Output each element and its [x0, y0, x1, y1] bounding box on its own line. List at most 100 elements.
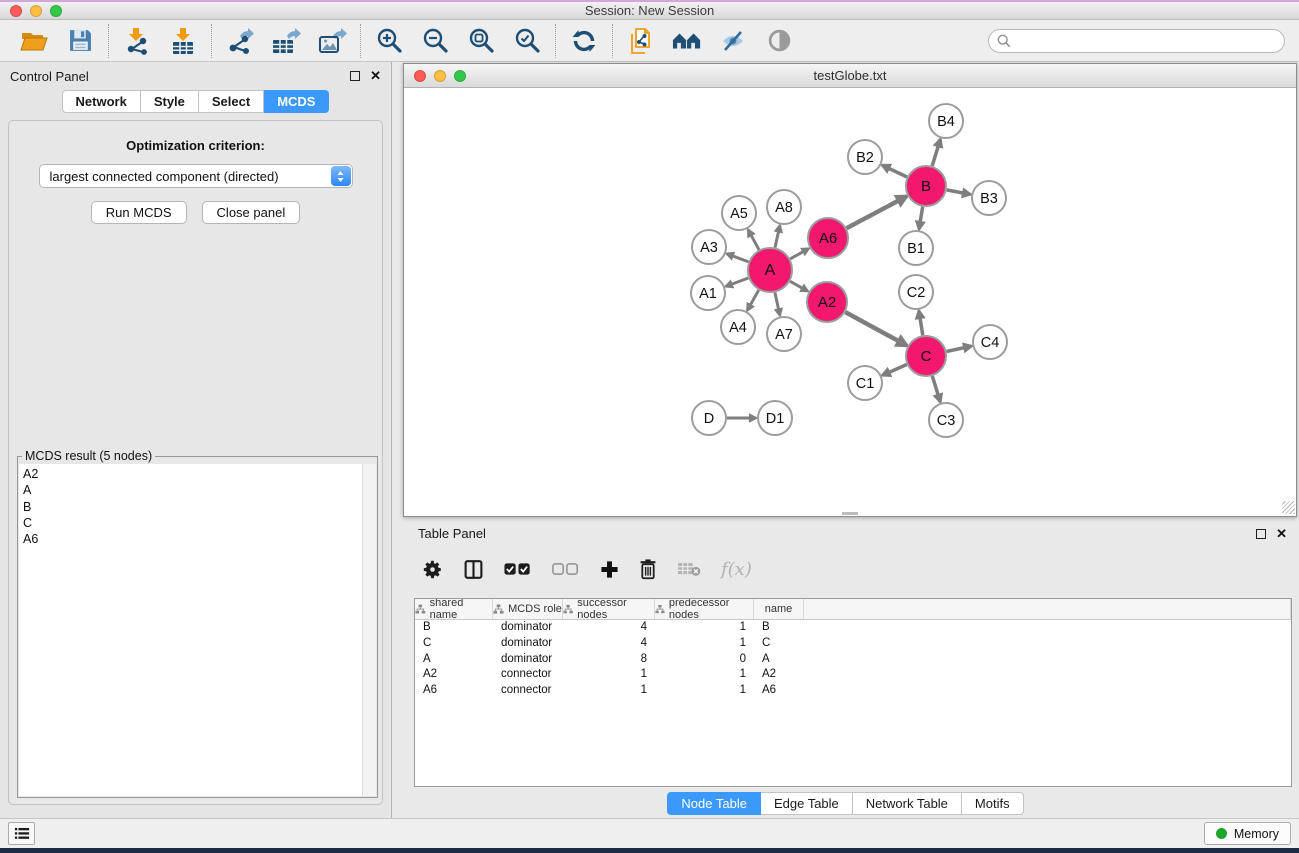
- deselect-all-icon[interactable]: [552, 562, 580, 576]
- edge-A2-C[interactable]: [845, 312, 906, 345]
- edge-A-A4[interactable]: [747, 290, 758, 310]
- node-C[interactable]: C: [906, 336, 946, 376]
- add-icon[interactable]: [600, 560, 619, 579]
- export-network-icon[interactable]: [225, 26, 255, 56]
- edge-A-A7[interactable]: [775, 293, 780, 316]
- node-B[interactable]: B: [906, 166, 946, 206]
- select-all-icon[interactable]: [504, 562, 532, 576]
- settings-gear-icon[interactable]: [422, 559, 443, 580]
- close-panel-button[interactable]: Close panel: [202, 201, 301, 224]
- refresh-icon[interactable]: [569, 26, 599, 56]
- float-panel-icon[interactable]: [350, 71, 360, 81]
- mcds-result-list[interactable]: A2ABCA6: [19, 464, 362, 796]
- edge-A-A2[interactable]: [790, 281, 808, 291]
- import-table-icon[interactable]: [168, 26, 198, 56]
- h-scrollbar[interactable]: [842, 512, 858, 515]
- result-item[interactable]: C: [23, 515, 358, 531]
- tab-network[interactable]: Network: [62, 90, 141, 113]
- minimize-network-button[interactable]: [434, 70, 446, 82]
- edge-A-A5[interactable]: [748, 230, 759, 250]
- delete-icon[interactable]: [639, 559, 657, 580]
- close-network-button[interactable]: [414, 70, 426, 82]
- table-row[interactable]: Bdominator41B: [415, 620, 1291, 636]
- tab-edge-table[interactable]: Edge Table: [761, 792, 853, 815]
- minimize-window-button[interactable]: [30, 5, 42, 17]
- tab-network-table[interactable]: Network Table: [853, 792, 962, 815]
- column-header-successor-nodes[interactable]: successor nodes: [563, 599, 655, 619]
- node-A6[interactable]: A6: [808, 218, 848, 258]
- node-C2[interactable]: C2: [899, 275, 933, 309]
- edge-B-B2[interactable]: [882, 165, 907, 177]
- result-item[interactable]: A6: [23, 531, 358, 547]
- close-window-button[interactable]: [10, 5, 22, 17]
- float-table-panel-icon[interactable]: [1256, 529, 1266, 539]
- zoom-fit-icon[interactable]: [466, 26, 496, 56]
- criterion-dropdown[interactable]: largest connected component (directed): [39, 164, 353, 188]
- node-A[interactable]: A: [748, 248, 792, 292]
- edge-A-A1[interactable]: [726, 278, 749, 286]
- edge-A-A6[interactable]: [790, 249, 809, 259]
- edge-C-C1[interactable]: [882, 365, 906, 376]
- tab-style[interactable]: Style: [141, 90, 199, 113]
- close-table-panel-icon[interactable]: ✕: [1276, 529, 1287, 539]
- network-window-titlebar[interactable]: testGlobe.txt: [404, 64, 1296, 88]
- node-A7[interactable]: A7: [767, 317, 801, 351]
- node-A3[interactable]: A3: [692, 230, 726, 264]
- zoom-window-button[interactable]: [50, 5, 62, 17]
- edge-B-B1[interactable]: [919, 207, 923, 230]
- node-B2[interactable]: B2: [848, 140, 882, 174]
- edge-A6-B[interactable]: [847, 196, 907, 228]
- edge-B-B3[interactable]: [947, 190, 971, 195]
- node-B4[interactable]: B4: [929, 104, 963, 138]
- resize-grip-icon[interactable]: [1282, 501, 1295, 514]
- eye-icon[interactable]: [764, 26, 794, 56]
- main-titlebar[interactable]: Session: New Session: [0, 2, 1299, 20]
- node-C3[interactable]: C3: [929, 403, 963, 437]
- table-row[interactable]: A2connector11A2: [415, 667, 1291, 683]
- node-D1[interactable]: D1: [758, 401, 792, 435]
- node-C4[interactable]: C4: [973, 325, 1007, 359]
- copy-network-document-icon[interactable]: [626, 26, 656, 56]
- result-item[interactable]: A: [23, 482, 358, 498]
- task-history-button[interactable]: [8, 822, 35, 845]
- edge-A-A8[interactable]: [775, 226, 780, 248]
- tab-mcds[interactable]: MCDS: [264, 90, 329, 113]
- table-row[interactable]: Cdominator41C: [415, 636, 1291, 652]
- tab-motifs[interactable]: Motifs: [962, 792, 1024, 815]
- zoom-network-button[interactable]: [454, 70, 466, 82]
- save-icon[interactable]: [65, 26, 95, 56]
- node-A2[interactable]: A2: [807, 282, 847, 322]
- zoom-in-icon[interactable]: [374, 26, 404, 56]
- search-input[interactable]: [988, 29, 1285, 53]
- run-mcds-button[interactable]: Run MCDS: [91, 201, 187, 224]
- column-header-mcds-role[interactable]: MCDS role: [493, 599, 563, 619]
- zoom-out-icon[interactable]: [420, 26, 450, 56]
- export-image-icon[interactable]: [317, 26, 347, 56]
- function-builder-icon[interactable]: f(x): [721, 559, 752, 580]
- column-header-shared-name[interactable]: shared name: [415, 599, 493, 619]
- import-network-icon[interactable]: [122, 26, 152, 56]
- hide-show-panels-icon[interactable]: [718, 26, 748, 56]
- edge-C-C2[interactable]: [919, 311, 923, 336]
- node-A4[interactable]: A4: [721, 310, 755, 344]
- result-item[interactable]: B: [23, 499, 358, 515]
- node-B1[interactable]: B1: [899, 231, 933, 265]
- edge-C-C3[interactable]: [932, 376, 940, 402]
- memory-button[interactable]: Memory: [1204, 822, 1291, 845]
- network-canvas[interactable]: B4B2BB3A5A8A6B1A3AA1C2A2A4A7C4CC1DD1C3: [404, 88, 1296, 515]
- result-scrollbar[interactable]: [362, 464, 376, 796]
- column-header-predecessor-nodes[interactable]: predecessor nodes: [655, 599, 754, 619]
- edge-C-C4[interactable]: [947, 346, 972, 351]
- column-header-name[interactable]: name: [754, 599, 804, 619]
- table-row[interactable]: A6connector11A6: [415, 683, 1291, 699]
- zoom-selected-icon[interactable]: [512, 26, 542, 56]
- tab-node-table[interactable]: Node Table: [667, 792, 761, 815]
- delete-table-icon[interactable]: [677, 561, 701, 577]
- node-C1[interactable]: C1: [848, 366, 882, 400]
- tab-select[interactable]: Select: [199, 90, 264, 113]
- node-B3[interactable]: B3: [972, 181, 1006, 215]
- network-graph[interactable]: B4B2BB3A5A8A6B1A3AA1C2A2A4A7C4CC1DD1C3: [404, 88, 1296, 515]
- node-D[interactable]: D: [692, 401, 726, 435]
- node-A5[interactable]: A5: [722, 196, 756, 230]
- edge-A-A3[interactable]: [727, 254, 749, 262]
